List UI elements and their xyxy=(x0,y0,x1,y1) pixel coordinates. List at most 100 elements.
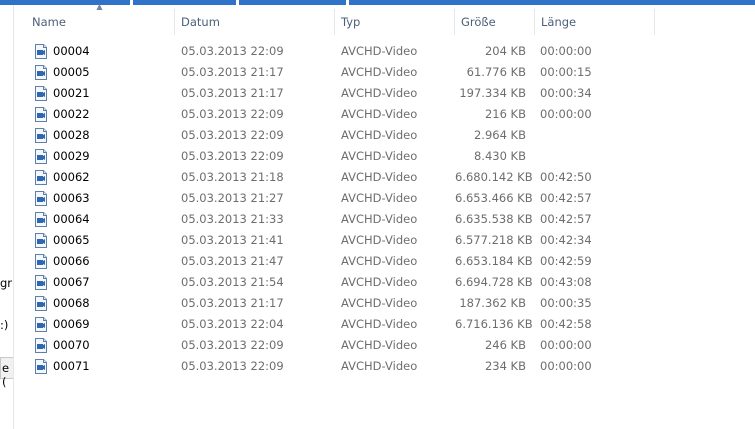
list-item[interactable]: 00005 05.03.2013 21:17 AVCHD-Video 61.776 K… xyxy=(14,62,755,83)
file-size: 6.716.136 KB xyxy=(455,317,533,331)
file-length: 00:42:59 xyxy=(540,254,592,268)
file-type: AVCHD-Video xyxy=(341,338,418,352)
file-type: AVCHD-Video xyxy=(341,212,418,226)
navigation-pane[interactable]: gr :) e ( xyxy=(0,5,14,429)
file-name: 00004 xyxy=(53,44,90,58)
file-date: 05.03.2013 22:09 xyxy=(181,359,284,373)
file-type: AVCHD-Video xyxy=(341,44,418,58)
toolbar-separator xyxy=(346,0,349,5)
sort-up-arrow-icon: ▲ xyxy=(96,2,103,11)
file-type: AVCHD-Video xyxy=(341,86,418,100)
file-type: AVCHD-Video xyxy=(341,128,418,142)
list-item[interactable]: 00066 05.03.2013 21:47 AVCHD-Video 6.653.18… xyxy=(14,251,755,272)
column-header-size[interactable]: Größe xyxy=(455,9,535,35)
file-name: 00069 xyxy=(53,317,90,331)
video-file-icon xyxy=(34,359,48,374)
video-file-icon xyxy=(34,191,48,206)
video-file-icon xyxy=(34,212,48,227)
video-file-icon xyxy=(34,296,48,311)
toolbar-edge xyxy=(0,0,755,5)
column-header: Name ▲ Datum Typ Größe Länge xyxy=(14,3,755,35)
list-item[interactable]: 00069 05.03.2013 22:04 AVCHD-Video 6.716.13… xyxy=(14,314,755,335)
file-length: 00:00:35 xyxy=(540,296,592,310)
file-date: 05.03.2013 22:09 xyxy=(181,149,284,163)
file-name: 00062 xyxy=(53,170,90,184)
file-length: 00:00:00 xyxy=(540,359,592,373)
column-header-datum[interactable]: Datum xyxy=(175,9,335,35)
file-length: 00:00:00 xyxy=(540,44,592,58)
list-item[interactable]: 00070 05.03.2013 22:09 AVCHD-Video 246 KB 00… xyxy=(14,335,755,356)
file-length: 00:42:50 xyxy=(540,170,592,184)
file-name: 00063 xyxy=(53,191,90,205)
video-file-icon xyxy=(34,317,48,332)
list-item[interactable]: 00022 05.03.2013 22:09 AVCHD-Video 216 KB 00… xyxy=(14,104,755,125)
list-item[interactable]: 00065 05.03.2013 21:41 AVCHD-Video 6.577.21… xyxy=(14,230,755,251)
list-item[interactable]: 00021 05.03.2013 21:17 AVCHD-Video 197.334 … xyxy=(14,83,755,104)
file-length: 00:42:57 xyxy=(540,212,592,226)
file-name: 00070 xyxy=(53,338,90,352)
file-size: 6.653.466 KB xyxy=(455,191,533,205)
file-length: 00:00:15 xyxy=(540,65,592,79)
file-size: 6.680.142 KB xyxy=(455,170,533,184)
file-date: 05.03.2013 21:47 xyxy=(181,254,284,268)
column-header-length[interactable]: Länge xyxy=(535,9,655,35)
nav-item-fragment[interactable]: gr xyxy=(0,276,12,290)
file-name: 00067 xyxy=(53,275,90,289)
file-date: 05.03.2013 21:41 xyxy=(181,233,284,247)
video-file-icon xyxy=(34,275,48,290)
file-size: 6.635.538 KB xyxy=(455,212,533,226)
video-file-icon xyxy=(34,128,48,143)
file-length: 00:42:57 xyxy=(540,191,592,205)
file-name: 00068 xyxy=(53,296,90,310)
file-size: 234 KB xyxy=(484,359,526,373)
list-item[interactable]: 00004 05.03.2013 22:09 AVCHD-Video 204 KB 00… xyxy=(14,41,755,62)
file-name: 00005 xyxy=(53,65,90,79)
video-file-icon xyxy=(34,233,48,248)
file-length: 00:00:00 xyxy=(540,107,592,121)
video-file-icon xyxy=(34,254,48,269)
list-item[interactable]: 00063 05.03.2013 21:27 AVCHD-Video 6.653.46… xyxy=(14,188,755,209)
list-item[interactable]: 00071 05.03.2013 22:09 AVCHD-Video 234 KB 00… xyxy=(14,356,755,377)
file-size: 197.334 KB xyxy=(459,86,526,100)
file-date: 05.03.2013 21:17 xyxy=(181,296,284,310)
file-size: 187.362 KB xyxy=(459,296,526,310)
file-size: 246 KB xyxy=(484,338,526,352)
list-item[interactable]: 00068 05.03.2013 21:17 AVCHD-Video 187.362 … xyxy=(14,293,755,314)
nav-item-fragment: e ( xyxy=(2,361,10,389)
file-date: 05.03.2013 22:04 xyxy=(181,317,284,331)
file-type: AVCHD-Video xyxy=(341,107,418,121)
file-type: AVCHD-Video xyxy=(341,233,418,247)
list-item[interactable]: 00028 05.03.2013 22:09 AVCHD-Video 2.964 KB xyxy=(14,125,755,146)
file-date: 05.03.2013 22:09 xyxy=(181,44,284,58)
list-item[interactable]: 00064 05.03.2013 21:33 AVCHD-Video 6.635.53… xyxy=(14,209,755,230)
file-size: 6.694.728 KB xyxy=(455,275,533,289)
video-file-icon xyxy=(34,86,48,101)
file-date: 05.03.2013 21:33 xyxy=(181,212,284,226)
nav-item-fragment[interactable]: :) xyxy=(0,318,8,332)
video-file-icon xyxy=(34,65,48,80)
file-type: AVCHD-Video xyxy=(341,275,418,289)
video-file-icon xyxy=(34,149,48,164)
file-length: 00:42:58 xyxy=(540,317,592,331)
list-item[interactable]: 00029 05.03.2013 22:09 AVCHD-Video 8.430 KB xyxy=(14,146,755,167)
file-name: 00064 xyxy=(53,212,90,226)
file-list: 00004 05.03.2013 22:09 AVCHD-Video 204 KB 00… xyxy=(14,41,755,377)
file-type: AVCHD-Video xyxy=(341,359,418,373)
file-type: AVCHD-Video xyxy=(341,170,418,184)
list-item[interactable]: 00067 05.03.2013 21:54 AVCHD-Video 6.694.72… xyxy=(14,272,755,293)
file-type: AVCHD-Video xyxy=(341,317,418,331)
file-type: AVCHD-Video xyxy=(341,296,418,310)
column-header-typ[interactable]: Typ xyxy=(335,9,455,35)
file-length: 00:42:34 xyxy=(540,233,592,247)
file-name: 00028 xyxy=(53,128,90,142)
list-item[interactable]: 00062 05.03.2013 21:18 AVCHD-Video 6.680.14… xyxy=(14,167,755,188)
nav-item-selected[interactable]: e ( xyxy=(0,357,13,389)
file-date: 05.03.2013 21:27 xyxy=(181,191,284,205)
column-header-name[interactable]: Name ▲ xyxy=(14,3,175,35)
file-date: 05.03.2013 21:18 xyxy=(181,170,284,184)
file-length: 00:00:00 xyxy=(540,338,592,352)
file-date: 05.03.2013 21:54 xyxy=(181,275,284,289)
file-size: 2.964 KB xyxy=(473,128,526,142)
file-size: 204 KB xyxy=(484,44,526,58)
file-date: 05.03.2013 22:09 xyxy=(181,338,284,352)
